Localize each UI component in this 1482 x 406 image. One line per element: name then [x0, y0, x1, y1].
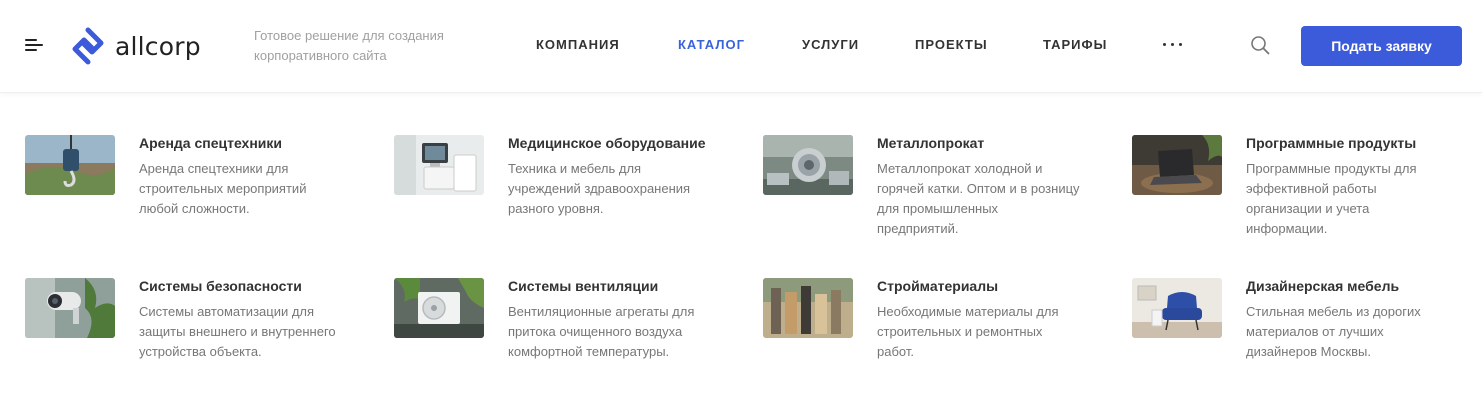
catalog-item-description: Металлопрокат холодной и горячей катки. …: [877, 161, 1080, 236]
catalog-item-description: Аренда спецтехники для строительных меро…: [139, 161, 307, 216]
nav-item-tariffs[interactable]: ТАРИФЫ: [1043, 37, 1107, 52]
nav-item-services[interactable]: УСЛУГИ: [802, 37, 859, 52]
catalog-item-title: Металлопрокат: [877, 135, 985, 151]
catalog-item-building-materials[interactable]: Стройматериалы Необходимые материалы для…: [763, 278, 1103, 388]
catalog-thumbnail: [1132, 278, 1222, 338]
search-icon[interactable]: [1250, 35, 1270, 55]
catalog-item-medical-equipment[interactable]: Медицинское оборудование Техника и мебел…: [394, 135, 734, 245]
catalog-item-title: Аренда спецтехники: [139, 135, 283, 151]
catalog-thumbnail: [25, 135, 115, 195]
catalog-item-title: Дизайнерская мебель: [1246, 278, 1400, 294]
catalog-item-description: Стильная мебель из дорогих материалов от…: [1246, 304, 1421, 359]
catalog-item-description: Техника и мебель для учреждений здравоох…: [508, 161, 691, 216]
allcorp-logo-icon: [72, 27, 104, 65]
catalog-thumbnail: [394, 278, 484, 338]
catalog-item-title: Системы вентиляции: [508, 278, 659, 294]
brand-name: allcorp: [115, 31, 201, 61]
nav-item-projects[interactable]: ПРОЕКТЫ: [915, 37, 988, 52]
hamburger-icon[interactable]: [25, 39, 43, 51]
catalog-item-title: Программные продукты: [1246, 135, 1417, 151]
catalog-item-ventilation[interactable]: Системы вентиляции Вентиляционные агрега…: [394, 278, 734, 388]
catalog-thumbnail: [763, 135, 853, 195]
catalog-item-title: Системы безопасности: [139, 278, 302, 294]
catalog-item-description: Программные продукты для эффективной раб…: [1246, 161, 1417, 236]
catalog-item-description: Необходимые материалы для строительных и…: [877, 304, 1059, 359]
catalog-item-description: Вентиляционные агрегаты для притока очищ…: [508, 304, 695, 359]
catalog-thumbnail: [394, 135, 484, 195]
nav-item-catalog[interactable]: КАТАЛОГ: [678, 37, 745, 52]
catalog-item-software[interactable]: Программные продукты Программные продукт…: [1132, 135, 1472, 245]
catalog-item-equipment-rental[interactable]: Аренда спецтехники Аренда спецтехники дл…: [25, 135, 365, 245]
site-header: allcorp Готовое решение для создания кор…: [0, 0, 1482, 93]
logo[interactable]: allcorp: [71, 27, 201, 65]
catalog-item-title: Медицинское оборудование: [508, 135, 706, 151]
catalog-item-description: Системы автоматизации для защиты внешнег…: [139, 304, 336, 359]
catalog-thumbnail: [1132, 135, 1222, 195]
more-dots-icon[interactable]: [1163, 43, 1183, 47]
catalog-item-designer-furniture[interactable]: Дизайнерская мебель Стильная мебель из д…: [1132, 278, 1472, 388]
catalog-thumbnail: [763, 278, 853, 338]
catalog-item-security-systems[interactable]: Системы безопасности Системы автоматизац…: [25, 278, 365, 388]
nav-item-company[interactable]: КОМПАНИЯ: [536, 37, 620, 52]
catalog-thumbnail: [25, 278, 115, 338]
brand-tagline: Готовое решение для создания корпоративн…: [254, 28, 444, 63]
catalog-item-rolled-metal[interactable]: Металлопрокат Металлопрокат холодной и г…: [763, 135, 1103, 245]
catalog-item-title: Стройматериалы: [877, 278, 999, 294]
submit-request-button[interactable]: Подать заявку: [1301, 26, 1462, 66]
